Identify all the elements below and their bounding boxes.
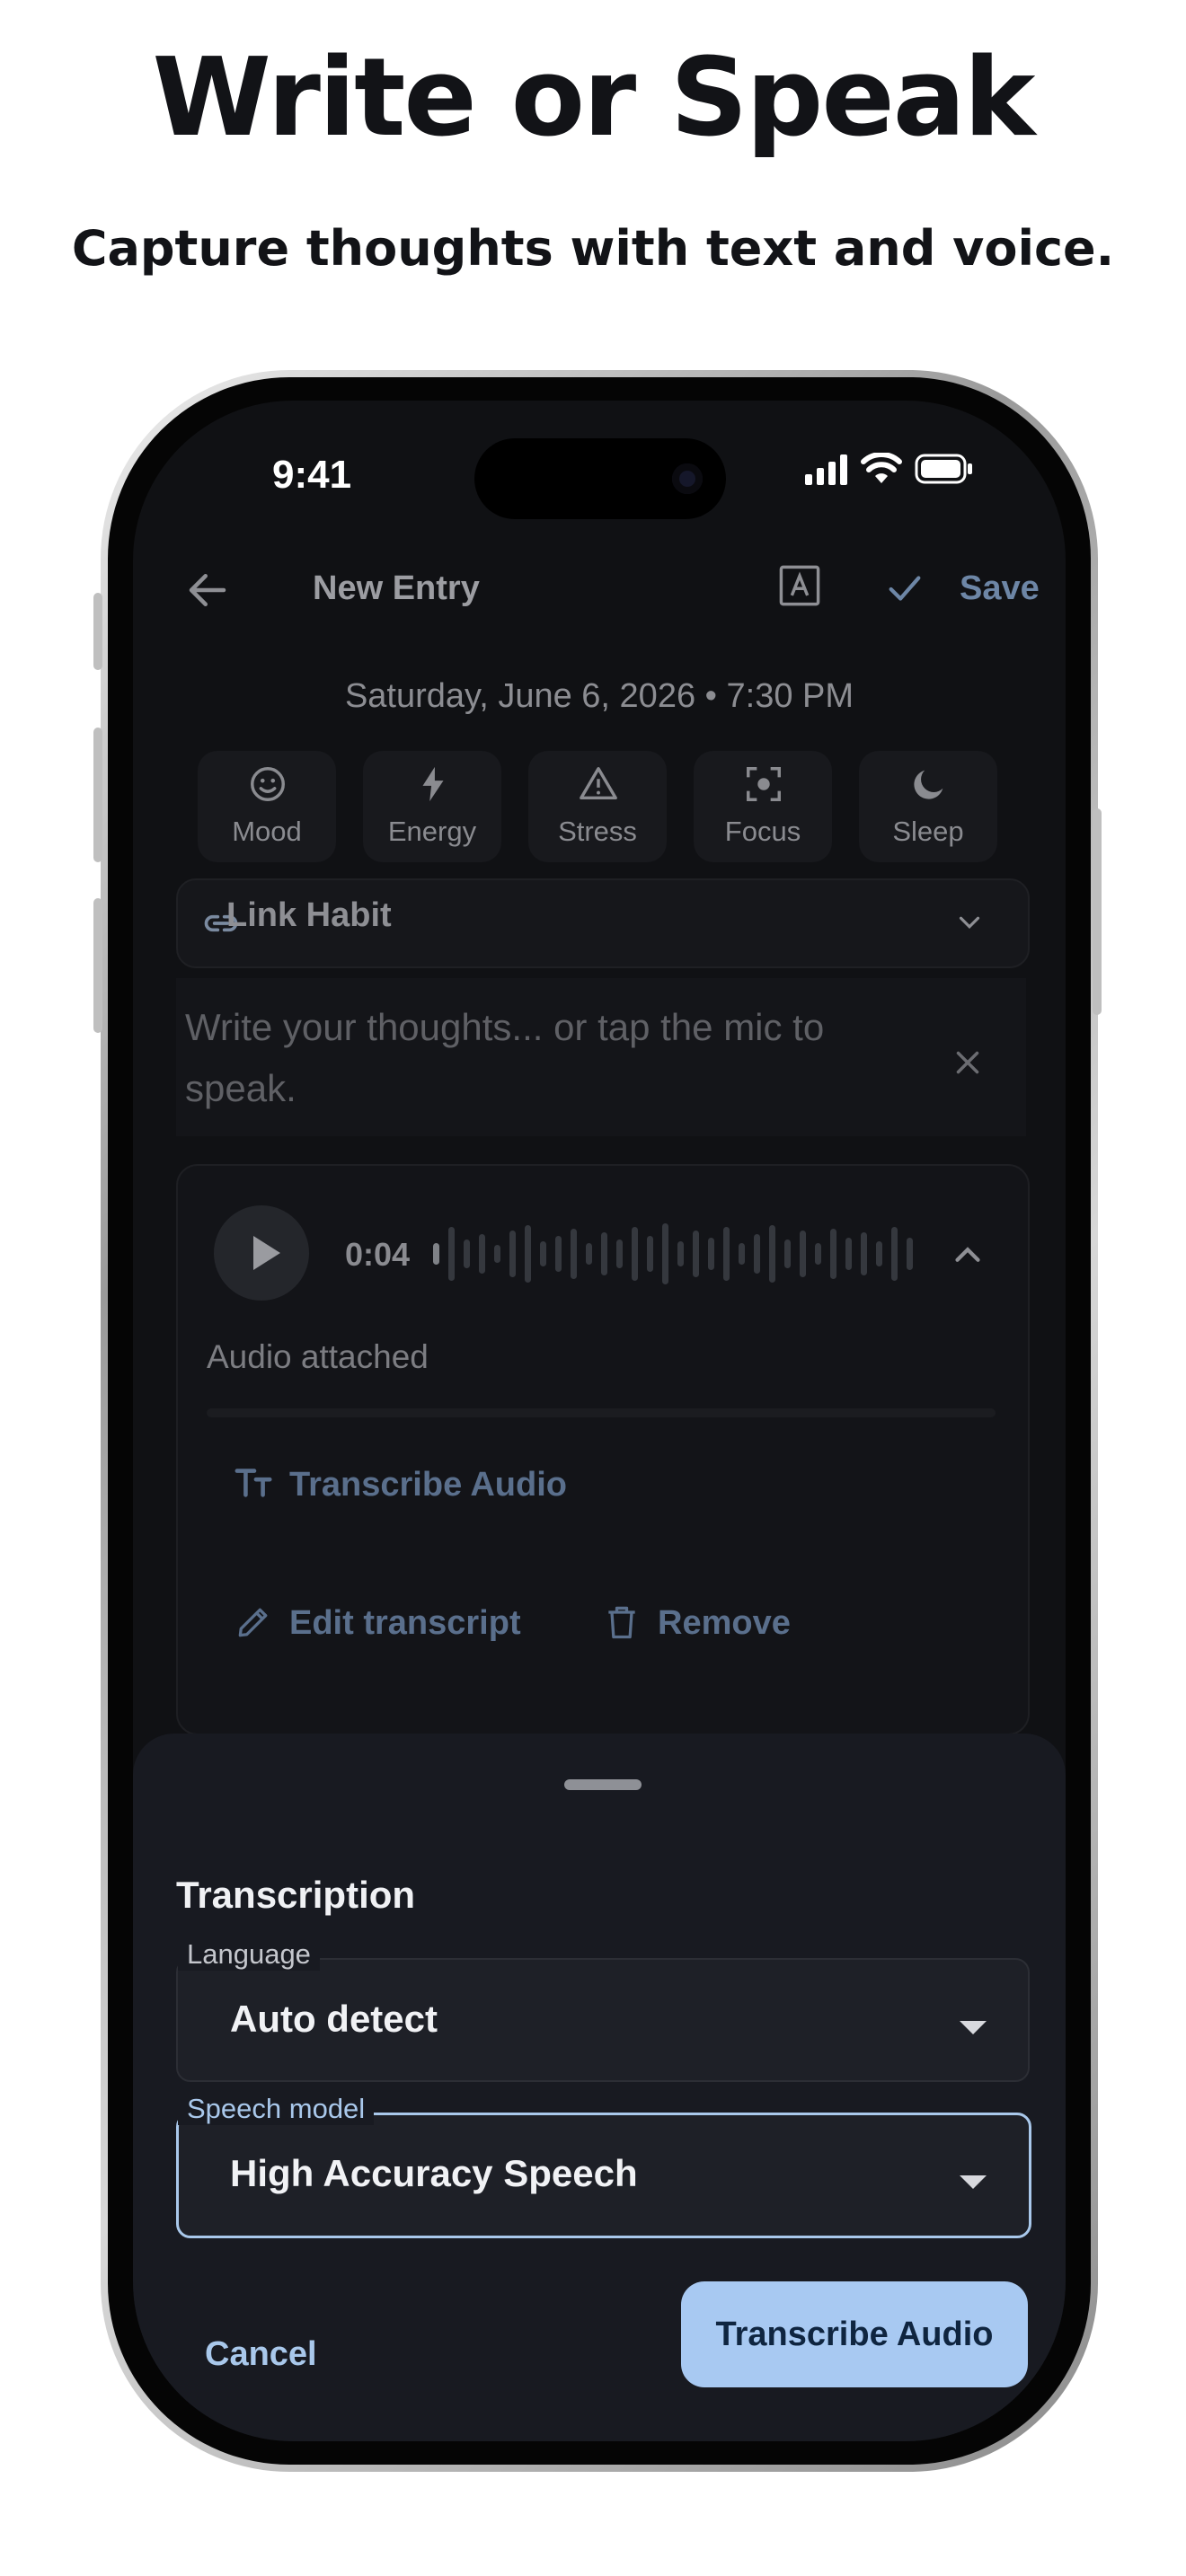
text-size-icon [235,1469,272,1497]
marketing-subheadline: Capture thoughts with text and voice. [71,220,1115,277]
battery-icon [915,454,972,484]
camera-lens [672,463,703,494]
text-format-icon[interactable] [776,562,823,609]
caret-down-icon [960,2021,987,2034]
audio-progress-track [207,1408,996,1417]
metric-chip-focus[interactable]: Focus [694,751,832,862]
metric-chip-energy[interactable]: Energy [363,751,501,862]
language-value: Auto detect [230,1998,438,2040]
sheet-title: Transcription [176,1874,416,1916]
caret-down-icon [960,2175,987,2189]
status-time: 9:41 [272,453,352,497]
metric-label: Sleep [892,816,964,847]
wifi-icon [861,453,902,483]
sheet-drag-handle[interactable] [564,1779,642,1790]
moon-icon [914,770,943,799]
close-icon[interactable] [949,1044,987,1081]
cancel-button[interactable]: Cancel [205,2335,317,2374]
metric-chip-stress[interactable]: Stress [528,751,667,862]
entry-datetime: Saturday, June 6, 2026 • 7:30 PM [344,677,854,715]
transcribe-audio-button[interactable]: Transcribe Audio [681,2281,1028,2387]
waveform[interactable] [433,1220,918,1288]
metric-label: Stress [558,816,637,847]
audio-status: Audio attached [207,1338,429,1375]
signal-icon [805,454,847,485]
chevron-down-icon [959,916,980,929]
chevron-up-icon[interactable] [947,1234,988,1275]
pencil-icon [238,1608,268,1637]
metric-chip-mood[interactable]: Mood [198,751,336,862]
volume-down-button [93,898,102,1033]
save-button[interactable]: Save [960,569,1040,608]
speech-model-value: High Accuracy Speech [230,2152,638,2194]
remove-label: Remove [658,1604,791,1642]
waveform-bars [433,1223,913,1284]
action-button [93,593,102,670]
bolt-icon [422,766,444,802]
metric-label: Mood [232,816,302,847]
back-arrow-icon[interactable] [183,566,232,614]
warning-icon [580,767,617,800]
play-icon [253,1236,280,1270]
page-title: New Entry [313,569,480,607]
phone-screen: 9:41 New Entry Save Saturday, June 6, 20… [133,401,1066,2441]
metric-chip-sleep[interactable]: Sleep [859,751,997,862]
volume-up-button [93,728,102,862]
journal-placeholder: Write your thoughts... or tap the mic to… [185,1006,825,1109]
language-field-label: Language [178,1938,320,1971]
play-button[interactable] [214,1205,309,1301]
speech-model-field-label: Speech model [178,2093,375,2125]
transcribe-audio-label: Transcribe Audio [289,1466,567,1504]
trash-icon [608,1606,635,1639]
focus-icon [747,767,781,801]
marketing-headline: Write or Speak [152,36,1036,161]
power-button [1093,808,1102,1015]
link-habit-label: Link Habit [226,896,392,934]
metric-label: Energy [387,816,477,847]
metric-label: Focus [724,816,801,847]
audio-duration: 0:04 [345,1236,411,1273]
check-icon[interactable] [884,568,925,609]
edit-transcript-label: Edit transcript [289,1604,521,1642]
smiley-icon [251,767,285,801]
